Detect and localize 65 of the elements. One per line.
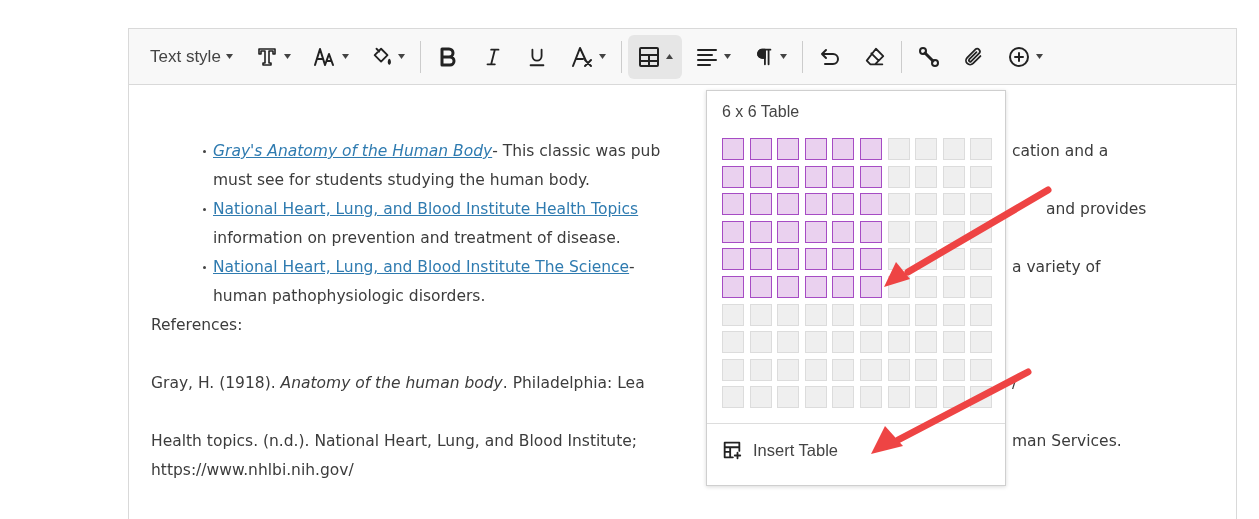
grid-cell[interactable] bbox=[722, 220, 744, 243]
link[interactable]: National Heart, Lung, and Blood Institute The Science bbox=[213, 253, 630, 282]
table-size-label: 6 x 6 Table bbox=[722, 103, 800, 120]
grid-cell[interactable] bbox=[804, 138, 827, 160]
grid-cell[interactable] bbox=[749, 248, 772, 271]
grid-cell[interactable] bbox=[832, 248, 855, 271]
bullet-icon bbox=[203, 208, 206, 211]
grid-cell[interactable] bbox=[832, 193, 855, 216]
grid-cell[interactable] bbox=[804, 193, 827, 216]
text: - This classic was pub bbox=[492, 141, 661, 162]
grid-cell[interactable] bbox=[777, 248, 800, 271]
text: cation and a bbox=[1012, 142, 1109, 160]
text: References: bbox=[151, 315, 243, 336]
grid-cell[interactable] bbox=[859, 193, 882, 216]
grid-cell[interactable] bbox=[777, 275, 800, 298]
grid-cell[interactable] bbox=[749, 220, 772, 243]
grid-cell[interactable] bbox=[832, 138, 855, 160]
grid-cell[interactable] bbox=[722, 138, 744, 160]
link-icon bbox=[916, 44, 941, 69]
grid-cell[interactable] bbox=[722, 165, 744, 188]
grid-cell[interactable] bbox=[804, 248, 827, 271]
bullet-icon bbox=[203, 266, 206, 269]
text-style-dropdown[interactable]: Text style bbox=[141, 34, 242, 79]
grid-cell[interactable] bbox=[859, 220, 882, 243]
text: must see for students studying the human body. bbox=[213, 170, 590, 191]
text: Gray, H. (1918). Anatomy of the human body. Philadelphia: Lea bbox=[151, 373, 645, 394]
eraser-icon bbox=[863, 45, 886, 68]
text: a variety of bbox=[1012, 258, 1101, 276]
text: - bbox=[629, 257, 635, 278]
text: https://www.nhlbi.nih.gov/ bbox=[151, 460, 354, 481]
text: man Services. bbox=[1012, 432, 1122, 450]
grid-cell[interactable] bbox=[749, 165, 772, 188]
grid-cell[interactable] bbox=[749, 138, 772, 160]
text: human pathophysiologic disorders. bbox=[213, 286, 486, 307]
link[interactable]: Gray's Anatomy of the Human Body bbox=[213, 137, 493, 166]
grid-cell[interactable] bbox=[777, 220, 800, 243]
grid-cell[interactable] bbox=[749, 193, 772, 216]
grid-cell[interactable] bbox=[859, 275, 882, 298]
grid-cell[interactable] bbox=[777, 165, 800, 188]
grid-cell[interactable] bbox=[749, 275, 772, 298]
bullet-icon bbox=[203, 150, 206, 153]
text: Health topics. (n.d.). National Heart, Lung, and Blood Institute; bbox=[151, 431, 637, 452]
add-icon bbox=[1006, 44, 1031, 69]
link[interactable]: National Heart, Lung, and Blood Institute Health Topics bbox=[213, 195, 639, 224]
grid-cell[interactable] bbox=[777, 138, 800, 160]
insert-table-icon bbox=[721, 439, 743, 462]
grid-cell[interactable] bbox=[832, 275, 855, 298]
insert-table-button[interactable]: Insert Table bbox=[721, 439, 838, 462]
grid-cell[interactable] bbox=[804, 165, 827, 188]
clear-format-icon bbox=[569, 44, 594, 69]
grid-cell[interactable] bbox=[722, 248, 744, 271]
grid-cell[interactable] bbox=[777, 193, 800, 216]
grid-cell[interactable] bbox=[859, 248, 882, 271]
grid-cell[interactable] bbox=[859, 138, 882, 160]
text: and provides bbox=[1046, 200, 1147, 218]
grid-cell[interactable] bbox=[832, 165, 855, 188]
grid-cell[interactable] bbox=[722, 193, 744, 216]
table-icon bbox=[636, 44, 661, 69]
grid-cell[interactable] bbox=[804, 275, 827, 298]
text: information on prevention and treatment of disease. bbox=[213, 228, 621, 249]
grid-cell[interactable] bbox=[804, 220, 827, 243]
table-button[interactable] bbox=[627, 34, 682, 79]
grid-cell[interactable] bbox=[832, 220, 855, 243]
grid-cell[interactable] bbox=[722, 275, 744, 298]
grid-cell[interactable] bbox=[859, 165, 882, 188]
